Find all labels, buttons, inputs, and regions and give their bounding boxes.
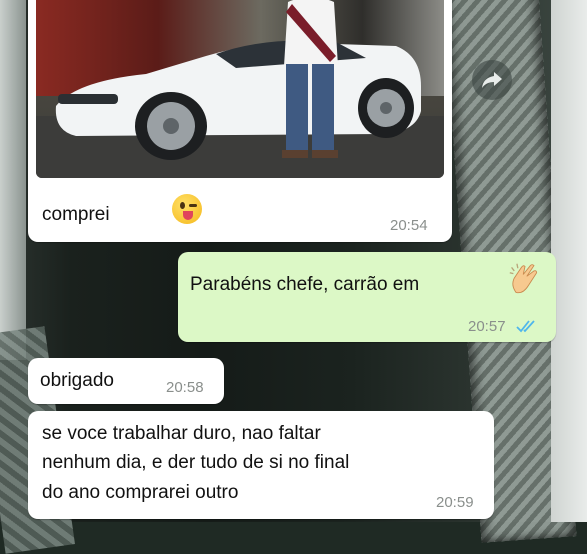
forward-arrow-icon <box>482 72 502 88</box>
incoming-message-bubble[interactable]: se voce trabalhar duro, nao faltar nenhu… <box>28 411 494 519</box>
message-text: obrigado <box>40 370 114 391</box>
car-and-person-illustration <box>55 0 421 160</box>
wallpaper-edge-right <box>551 0 587 522</box>
message-line: se voce trabalhar duro, nao faltar <box>42 423 321 444</box>
winking-face-with-tongue-icon <box>172 194 202 224</box>
incoming-message-bubble[interactable]: obrigado 20:58 <box>28 358 224 404</box>
image-message-bubble[interactable]: comprei 20:54 <box>28 0 452 242</box>
message-timestamp: 20:54 <box>390 217 428 234</box>
wallpaper-edge-left <box>0 0 26 360</box>
double-check-icon <box>516 320 535 333</box>
forward-button[interactable] <box>472 60 512 100</box>
outgoing-message-bubble[interactable]: Parabéns chefe, carrão em 20:57 <box>178 252 556 342</box>
message-text: Parabéns chefe, carrão em <box>190 274 420 295</box>
car-photo[interactable] <box>36 0 444 178</box>
message-timestamp: 20:59 <box>436 494 474 511</box>
message-caption: comprei <box>42 204 110 225</box>
message-line: do ano comprarei outro <box>42 482 239 503</box>
message-timestamp: 20:57 <box>468 318 506 335</box>
message-timestamp: 20:58 <box>166 379 204 396</box>
message-line: nenhum dia, e der tudo de si no final <box>42 452 350 473</box>
clapping-hands-icon <box>509 263 538 294</box>
